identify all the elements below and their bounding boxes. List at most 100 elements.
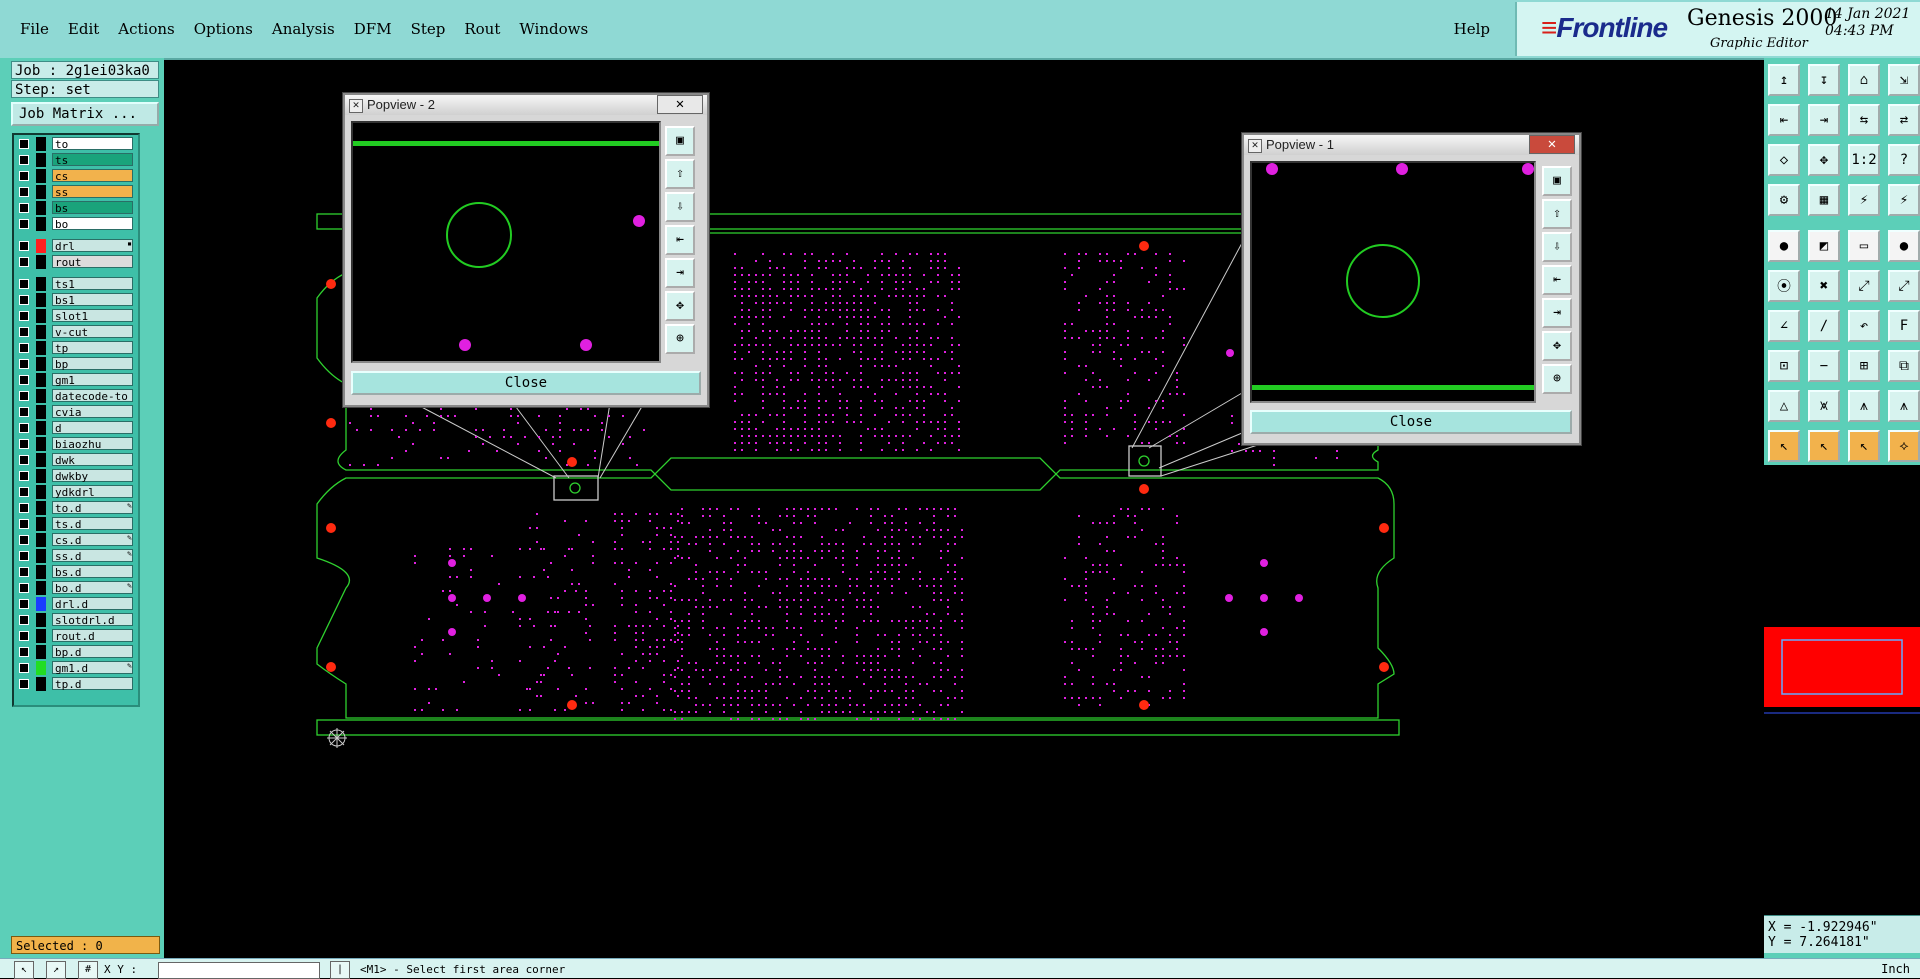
tool-button-0-3-icon[interactable]: ⇲ bbox=[1888, 64, 1920, 96]
layer-name[interactable]: drl bbox=[52, 239, 133, 253]
layer-name[interactable]: ss.d bbox=[52, 549, 133, 563]
xy-input[interactable] bbox=[158, 962, 320, 979]
popview-tool-1-icon[interactable]: ⇧ bbox=[665, 159, 695, 189]
tool-button-4-3-icon[interactable]: ● bbox=[1888, 230, 1920, 262]
layer-row-bs[interactable]: bs bbox=[16, 201, 134, 215]
tool-button-1-1-icon[interactable]: ⇥ bbox=[1808, 104, 1840, 136]
menu-help[interactable]: Help bbox=[1454, 20, 1490, 38]
menu-edit[interactable]: Edit bbox=[68, 20, 99, 38]
popview-1-close-button[interactable]: Close bbox=[1250, 410, 1572, 434]
layer-name[interactable]: cs bbox=[52, 169, 133, 183]
layer-row-biaozhu[interactable]: biaozhu bbox=[16, 437, 134, 451]
layer-checkbox[interactable] bbox=[19, 647, 29, 657]
tool-button-3-1-icon[interactable]: ▦ bbox=[1808, 184, 1840, 216]
layer-color-swatch[interactable] bbox=[36, 325, 46, 339]
tool-button-1-3-icon[interactable]: ⇄ bbox=[1888, 104, 1920, 136]
layer-checkbox[interactable] bbox=[19, 343, 29, 353]
layer-checkbox[interactable] bbox=[19, 295, 29, 305]
tool-button-3-0-icon[interactable]: ⚙ bbox=[1768, 184, 1800, 216]
layer-color-swatch[interactable] bbox=[36, 677, 46, 691]
layer-checkbox[interactable] bbox=[19, 631, 29, 641]
layer-name[interactable]: tp.d bbox=[52, 677, 133, 691]
layer-color-swatch[interactable] bbox=[36, 565, 46, 579]
layer-name[interactable]: cs.d bbox=[52, 533, 133, 547]
layer-checkbox[interactable] bbox=[19, 455, 29, 465]
layer-row-ts1[interactable]: ts1 bbox=[16, 277, 134, 291]
status-tool-2-icon[interactable]: ↗ bbox=[46, 961, 66, 979]
tool-button-0-1-icon[interactable]: ↧ bbox=[1808, 64, 1840, 96]
layer-name[interactable]: to bbox=[52, 137, 133, 151]
tool-button-6-2-icon[interactable]: ↶ bbox=[1848, 310, 1880, 342]
layer-checkbox[interactable] bbox=[19, 471, 29, 481]
tool-button-5-1-icon[interactable]: ✖ bbox=[1808, 270, 1840, 302]
tool-button-4-1-icon[interactable]: ◩ bbox=[1808, 230, 1840, 262]
menu-windows[interactable]: Windows bbox=[519, 20, 588, 38]
layer-checkbox[interactable] bbox=[19, 219, 29, 229]
layer-name[interactable]: drl.d bbox=[52, 597, 133, 611]
layer-name[interactable]: biaozhu bbox=[52, 437, 133, 451]
layer-color-swatch[interactable] bbox=[36, 453, 46, 467]
layer-color-swatch[interactable] bbox=[36, 309, 46, 323]
tool-button-4-2-icon[interactable]: ▭ bbox=[1848, 230, 1880, 262]
tool-button-0-2-icon[interactable]: ⌂ bbox=[1848, 64, 1880, 96]
layer-color-swatch[interactable] bbox=[36, 533, 46, 547]
tool-button-7-3-icon[interactable]: ⧉ bbox=[1888, 350, 1920, 382]
layer-color-swatch[interactable] bbox=[36, 389, 46, 403]
layer-color-swatch[interactable] bbox=[36, 293, 46, 307]
layer-color-swatch[interactable] bbox=[36, 661, 46, 675]
layer-row-cvia[interactable]: cvia bbox=[16, 405, 134, 419]
tool-button-2-3-icon[interactable]: ? bbox=[1888, 144, 1920, 176]
layer-name[interactable]: bo bbox=[52, 217, 133, 231]
tool-button-9-1-icon[interactable]: ↖ bbox=[1808, 430, 1840, 462]
layer-checkbox[interactable] bbox=[19, 279, 29, 289]
layer-name[interactable]: ydkdrl bbox=[52, 485, 133, 499]
layer-color-swatch[interactable] bbox=[36, 255, 46, 269]
layer-name[interactable]: datecode-to bbox=[52, 389, 133, 403]
layer-row-cs.d[interactable]: cs.d ✎ bbox=[16, 533, 134, 547]
layer-checkbox[interactable] bbox=[19, 503, 29, 513]
tool-button-3-2-icon[interactable]: ⚡ bbox=[1848, 184, 1880, 216]
popview-tool-5-icon[interactable]: ✥ bbox=[1542, 331, 1572, 361]
tool-button-6-3-icon[interactable]: F bbox=[1888, 310, 1920, 342]
layer-name[interactable]: cvia bbox=[52, 405, 133, 419]
layer-row-datecode-to[interactable]: datecode-to bbox=[16, 389, 134, 403]
layer-checkbox[interactable] bbox=[19, 311, 29, 321]
layer-checkbox[interactable] bbox=[19, 567, 29, 577]
tool-button-4-0-icon[interactable]: ● bbox=[1768, 230, 1800, 262]
layer-name[interactable]: bs.d bbox=[52, 565, 133, 579]
popview-tool-0-icon[interactable]: ▣ bbox=[1542, 166, 1572, 196]
popview-2-titlebar[interactable]: ✕ Popview - 2 bbox=[345, 95, 707, 115]
layer-color-swatch[interactable] bbox=[36, 421, 46, 435]
layer-checkbox[interactable] bbox=[19, 359, 29, 369]
tool-button-5-3-icon[interactable]: ⤢ bbox=[1888, 270, 1920, 302]
tool-button-0-0-icon[interactable]: ↥ bbox=[1768, 64, 1800, 96]
layer-name[interactable]: bs1 bbox=[52, 293, 133, 307]
layer-checkbox[interactable] bbox=[19, 155, 29, 165]
tool-button-1-2-icon[interactable]: ⇆ bbox=[1848, 104, 1880, 136]
layer-checkbox[interactable] bbox=[19, 391, 29, 401]
layer-row-bo[interactable]: bo bbox=[16, 217, 134, 231]
layer-name[interactable]: rout.d bbox=[52, 629, 133, 643]
layer-checkbox[interactable] bbox=[19, 171, 29, 181]
layer-checkbox[interactable] bbox=[19, 551, 29, 561]
tool-button-5-2-icon[interactable]: ⤢ bbox=[1848, 270, 1880, 302]
popview-tool-2-icon[interactable]: ⇩ bbox=[1542, 232, 1572, 262]
layer-name[interactable]: bp.d bbox=[52, 645, 133, 659]
layer-checkbox[interactable] bbox=[19, 519, 29, 529]
layer-name[interactable]: v-cut bbox=[52, 325, 133, 339]
layer-checkbox[interactable] bbox=[19, 439, 29, 449]
tool-button-2-1-icon[interactable]: ✥ bbox=[1808, 144, 1840, 176]
layer-color-swatch[interactable] bbox=[36, 169, 46, 183]
layer-color-swatch[interactable] bbox=[36, 341, 46, 355]
layer-color-swatch[interactable] bbox=[36, 485, 46, 499]
layer-checkbox[interactable] bbox=[19, 583, 29, 593]
popview-2-close-icon[interactable]: ✕ bbox=[657, 95, 703, 114]
menu-actions[interactable]: Actions bbox=[118, 20, 174, 38]
layer-row-drl.d[interactable]: drl.d bbox=[16, 597, 134, 611]
tool-button-8-3-icon[interactable]: ⩚ bbox=[1888, 390, 1920, 422]
layer-row-bp.d[interactable]: bp.d bbox=[16, 645, 134, 659]
layer-row-tp[interactable]: tp bbox=[16, 341, 134, 355]
layer-color-swatch[interactable] bbox=[36, 239, 46, 253]
popview-tool-2-icon[interactable]: ⇩ bbox=[665, 192, 695, 222]
popview-tool-6-icon[interactable]: ⊕ bbox=[1542, 364, 1572, 394]
